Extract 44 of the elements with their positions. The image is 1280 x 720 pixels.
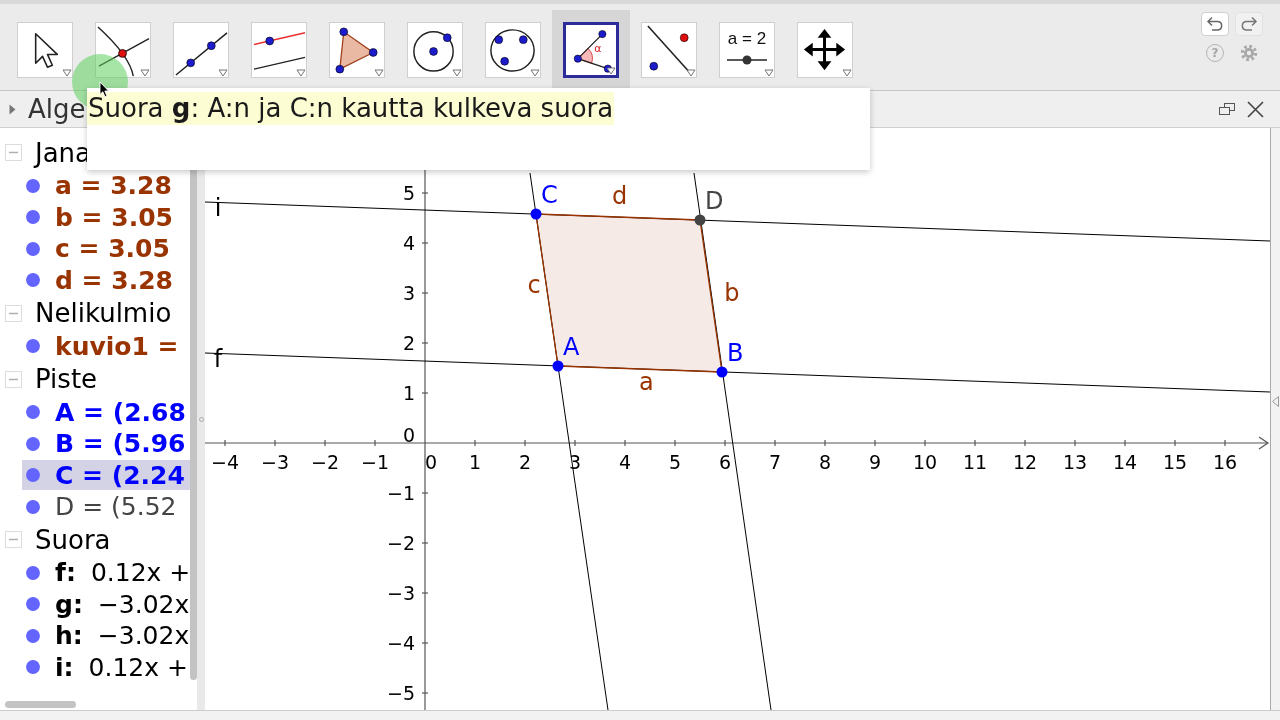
point-label: C [541,181,558,209]
view-title: Alge [28,94,86,124]
tooltip-text: Suora g: A:n ja C:n kautta kulkeva suora [87,92,615,125]
line-label: f [213,345,223,373]
segment-label: b [724,278,740,307]
y-tick-label: −1 [387,482,415,504]
x-tick-label: −3 [261,451,289,473]
y-tick-label: 4 [402,232,415,254]
x-tick-label: 13 [1062,451,1088,473]
y-tick-label: −3 [387,582,415,604]
y-tick-label: 1 [402,382,415,404]
y-tick-label: −2 [387,532,415,554]
x-tick-label: 5 [668,451,682,473]
x-tick-label: −1 [361,451,389,473]
x-tick-label: 12 [1012,451,1038,473]
x-tick-label: 11 [962,451,988,473]
x-tick-label: 2 [518,451,532,473]
x-tick-label: 4 [618,451,632,473]
x-tick-label: 14 [1112,451,1138,473]
y-tick-label: 2 [402,332,415,354]
x-tick-label: 7 [768,451,782,473]
y-tick-label: 5 [402,182,415,204]
group-title: Nelikulmio [35,298,172,328]
x-tick-label: 6 [718,451,732,473]
group-title: Piste [35,364,98,394]
y-tick-label: −4 [387,632,415,654]
group-title: Suora [35,524,111,555]
line-label: i [214,194,222,222]
point-label: B [727,339,744,367]
point-label: D [705,187,724,215]
x-tick-label: 15 [1162,451,1188,473]
segment-label: a [639,367,654,396]
x-tick-label: 1 [468,451,482,473]
x-tick-label: 0 [424,451,438,473]
y-tick-label: −5 [387,682,415,704]
y-tick-label: 0 [402,424,415,446]
segment-label: d [611,182,628,211]
x-tick-label: 16 [1212,451,1238,473]
x-tick-label: 10 [912,451,938,473]
x-tick-label: −2 [311,451,339,473]
x-tick-label: −4 [211,451,239,473]
y-tick-label: 3 [402,282,415,304]
x-tick-label: 8 [818,451,832,473]
x-tick-label: 9 [868,451,882,473]
